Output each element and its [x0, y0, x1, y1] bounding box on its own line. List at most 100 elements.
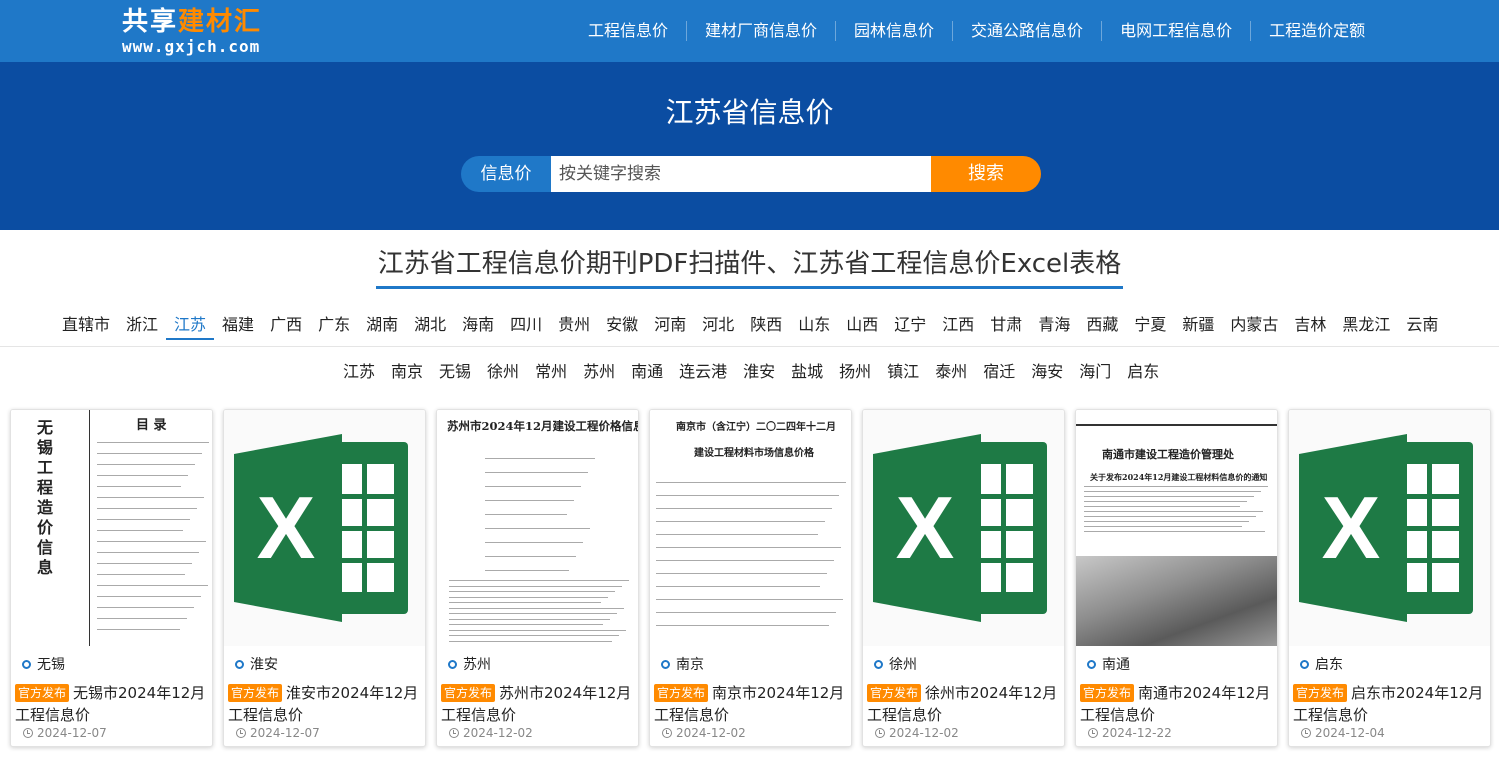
card-thumbnail[interactable]: X: [863, 410, 1064, 646]
card-thumbnail[interactable]: 南京市（含江宁）二〇二四年十二月 建设工程材料市场信息价格: [650, 410, 851, 646]
province-tab[interactable]: 湖南: [358, 312, 406, 340]
nav-item[interactable]: 建材厂商信息价: [686, 21, 835, 41]
card-date-label: 2024-12-02: [676, 726, 746, 740]
price-card[interactable]: 苏州市2024年12月建设工程价格信息苏州官方发布 苏州市2024年12月工程信息…: [436, 409, 639, 747]
card-thumbnail[interactable]: X: [1289, 410, 1490, 646]
card-city[interactable]: 无锡: [22, 654, 65, 674]
city-tab[interactable]: 徐州: [479, 359, 527, 385]
province-tab[interactable]: 甘肃: [982, 312, 1030, 340]
card-title[interactable]: 官方发布 无锡市2024年12月工程信息价: [15, 682, 211, 726]
city-tab[interactable]: 苏州: [575, 359, 623, 385]
excel-icon: X: [873, 434, 1047, 622]
province-tab[interactable]: 吉林: [1286, 312, 1334, 340]
card-city[interactable]: 徐州: [874, 654, 917, 674]
province-tab[interactable]: 贵州: [550, 312, 598, 340]
clock-icon: [875, 728, 885, 738]
province-tab[interactable]: 西藏: [1078, 312, 1126, 340]
nav-item[interactable]: 园林信息价: [835, 21, 952, 41]
province-tab[interactable]: 新疆: [1174, 312, 1222, 340]
city-tab[interactable]: 海安: [1023, 359, 1071, 385]
nav-item[interactable]: 交通公路信息价: [952, 21, 1101, 41]
province-tab[interactable]: 青海: [1030, 312, 1078, 340]
location-dot-icon: [22, 659, 31, 669]
province-tab[interactable]: 宁夏: [1126, 312, 1174, 340]
nav-item[interactable]: 电网工程信息价: [1101, 21, 1250, 41]
card-city-label: 淮安: [250, 657, 278, 673]
card-city-label: 无锡: [37, 657, 65, 673]
card-title[interactable]: 官方发布 南通市2024年12月工程信息价: [1080, 682, 1276, 726]
province-tab[interactable]: 江西: [934, 312, 982, 340]
price-card[interactable]: X 淮安 官方发布 淮安市2024年12月工程信息价 2024-12-07: [223, 409, 426, 747]
card-thumbnail[interactable]: 南通市建设工程造价管理处 关于发布2024年12月建设工程材料信息价的通知: [1076, 410, 1277, 646]
province-tab[interactable]: 直辖市: [54, 312, 118, 340]
province-tab[interactable]: 海南: [454, 312, 502, 340]
logo-text: 共享建材汇: [122, 7, 263, 37]
card-title[interactable]: 官方发布 苏州市2024年12月工程信息价: [441, 682, 637, 726]
price-card[interactable]: 南通市建设工程造价管理处 关于发布2024年12月建设工程材料信息价的通知南通官方…: [1075, 409, 1278, 747]
price-card[interactable]: X 启东 官方发布 启东市2024年12月工程信息价 2024-12-04: [1288, 409, 1491, 747]
card-city[interactable]: 启东: [1300, 654, 1343, 674]
province-tab[interactable]: 广东: [310, 312, 358, 340]
city-tab[interactable]: 无锡: [431, 359, 479, 385]
search-input[interactable]: [551, 156, 931, 192]
city-tab[interactable]: 盐城: [783, 359, 831, 385]
province-tab[interactable]: 河北: [694, 312, 742, 340]
province-tab[interactable]: 四川: [502, 312, 550, 340]
province-tab-active[interactable]: 江苏: [166, 312, 215, 340]
province-tab[interactable]: 安徽: [598, 312, 646, 340]
card-title[interactable]: 官方发布 南京市2024年12月工程信息价: [654, 682, 850, 726]
card-city[interactable]: 南通: [1087, 654, 1130, 674]
card-thumbnail[interactable]: X: [224, 410, 425, 646]
province-filter: 直辖市 浙江 江苏 福建 广西 广东 湖南 湖北 海南 四川 贵州 安徽 河南 河北 陕西 山东 山西 辽宁 江西甘…: [54, 312, 1446, 340]
nav-item[interactable]: 工程造价定额: [1250, 21, 1383, 41]
price-card[interactable]: X 徐州 官方发布 徐州市2024年12月工程信息价 2024-12-02: [862, 409, 1065, 747]
city-tab[interactable]: 南京: [383, 359, 431, 385]
province-tab[interactable]: 河南: [646, 312, 694, 340]
province-tab[interactable]: 湖北: [406, 312, 454, 340]
city-tab[interactable]: 扬州: [831, 359, 879, 385]
city-tab[interactable]: 海门: [1071, 359, 1119, 385]
card-title[interactable]: 官方发布 启东市2024年12月工程信息价: [1293, 682, 1489, 726]
city-tab[interactable]: 江苏: [335, 359, 383, 385]
clock-icon: [449, 728, 459, 738]
price-card[interactable]: 无锡工程造价信息 目 录无锡官方发布 无锡市2024年12月工程信息价 2024-12…: [10, 409, 213, 747]
card-thumbnail[interactable]: 苏州市2024年12月建设工程价格信息: [437, 410, 638, 646]
province-tab[interactable]: 浙江: [118, 312, 166, 340]
official-badge: 官方发布: [867, 684, 922, 702]
province-tab[interactable]: 山东: [790, 312, 838, 340]
province-tab[interactable]: 福建: [214, 312, 262, 340]
excel-icon: X: [1299, 434, 1473, 622]
city-tab[interactable]: 连云港: [671, 359, 735, 385]
card-city[interactable]: 南京: [661, 654, 704, 674]
province-tab[interactable]: 黑龙江: [1334, 312, 1398, 340]
filter-divider: [0, 346, 1499, 347]
site-logo[interactable]: 共享建材汇 www.gxjch.com: [122, 6, 302, 58]
search-button[interactable]: 搜索: [931, 156, 1041, 192]
province-tab[interactable]: 云南: [1398, 312, 1446, 340]
province-tab[interactable]: 山西: [838, 312, 886, 340]
construction-photo: [1076, 556, 1277, 646]
main-nav: 工程信息价 建材厂商信息价 园林信息价 交通公路信息价 电网工程信息价 工程造价定额: [570, 0, 1383, 62]
province-tab[interactable]: 内蒙古: [1222, 312, 1286, 340]
city-tab[interactable]: 淮安: [735, 359, 783, 385]
location-dot-icon: [1300, 659, 1309, 669]
card-city[interactable]: 苏州: [448, 654, 491, 674]
card-date: 2024-12-07: [23, 726, 107, 740]
card-thumbnail[interactable]: 无锡工程造价信息 目 录: [11, 410, 212, 646]
nav-item[interactable]: 工程信息价: [570, 21, 686, 41]
province-tab[interactable]: 辽宁: [886, 312, 934, 340]
province-tab[interactable]: 陕西: [742, 312, 790, 340]
city-tab[interactable]: 启东: [1119, 359, 1167, 385]
price-card[interactable]: 南京市（含江宁）二〇二四年十二月 建设工程材料市场信息价格南京官方发布 南京市202…: [649, 409, 852, 747]
province-tab[interactable]: 广西: [262, 312, 310, 340]
card-city[interactable]: 淮安: [235, 654, 278, 674]
search-category-tag[interactable]: 信息价: [461, 156, 551, 192]
card-title[interactable]: 官方发布 淮安市2024年12月工程信息价: [228, 682, 424, 726]
city-tab[interactable]: 镇江: [879, 359, 927, 385]
city-tab[interactable]: 泰州: [927, 359, 975, 385]
city-tab[interactable]: 常州: [527, 359, 575, 385]
city-tab[interactable]: 南通: [623, 359, 671, 385]
clock-icon: [662, 728, 672, 738]
card-title[interactable]: 官方发布 徐州市2024年12月工程信息价: [867, 682, 1063, 726]
city-tab[interactable]: 宿迁: [975, 359, 1023, 385]
